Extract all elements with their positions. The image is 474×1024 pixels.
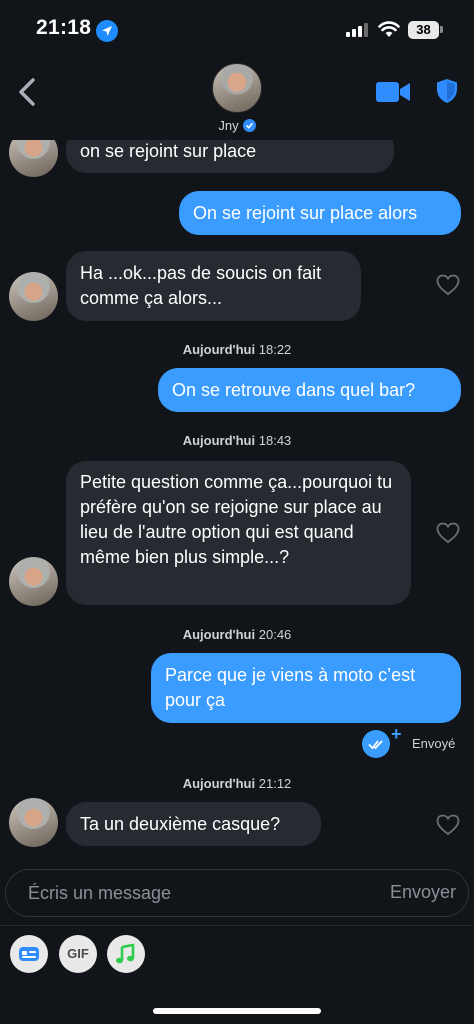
wifi-icon (378, 21, 400, 37)
timestamp: Aujourd'hui 18:22 (182, 342, 292, 357)
message-outgoing[interactable]: On se retrouve dans quel bar? (158, 368, 461, 412)
back-arrow-icon[interactable] (14, 76, 42, 108)
heart-icon[interactable] (436, 522, 460, 544)
message-text: Petite question comme ça...pourquoi tu p… (80, 472, 393, 567)
timestamp: Aujourd'hui 21:12 (182, 776, 292, 791)
toolbar-divider (0, 925, 474, 926)
gif-button[interactable]: GIF (59, 935, 97, 973)
send-button[interactable]: Envoyer (390, 882, 456, 903)
message-outgoing[interactable]: Parce que je viens à moto c’est pour ça (151, 653, 461, 723)
message-text: On se retrouve dans quel bar? (172, 380, 416, 400)
home-indicator[interactable] (153, 1008, 321, 1014)
message-incoming[interactable]: Petite question comme ça...pourquoi tu p… (66, 461, 411, 605)
delivery-status: + Envoyé (360, 724, 470, 758)
message-text: Ta un deuxième casque? (80, 814, 281, 834)
sticker-icon[interactable] (10, 935, 48, 973)
message-input[interactable] (28, 880, 358, 906)
message-incoming[interactable]: Ta un deuxième casque? (66, 802, 321, 846)
sender-avatar[interactable] (9, 557, 58, 606)
message-incoming[interactable]: on se rejoint sur place (66, 140, 394, 173)
cellular-signal-icon (346, 23, 370, 37)
message-outgoing[interactable]: On se rejoint sur place alors (179, 191, 461, 235)
shield-icon[interactable] (436, 78, 458, 104)
heart-icon[interactable] (436, 814, 460, 836)
timestamp: Aujourd'hui 18:43 (182, 433, 292, 448)
message-text: Parce que je viens à moto c’est pour ça (165, 665, 416, 710)
verified-badge-icon (242, 119, 256, 132)
timestamp: Aujourd'hui 20:46 (182, 627, 292, 642)
contact-avatar[interactable] (212, 63, 262, 113)
message-composer[interactable]: Envoyer (5, 869, 469, 917)
contact-name: Jny (218, 118, 239, 133)
message-text: Ha ...ok...pas de soucis on fait comme ç… (80, 263, 322, 308)
chat-header: Jny (0, 60, 474, 140)
sender-avatar[interactable] (9, 798, 58, 847)
plus-icon: + (391, 724, 402, 744)
video-call-icon[interactable] (376, 80, 411, 104)
sender-avatar[interactable] (9, 272, 58, 321)
message-incoming[interactable]: Ha ...ok...pas de soucis on fait comme ç… (66, 251, 361, 321)
contact-name-row[interactable]: Jny (0, 118, 474, 133)
location-arrow-icon (96, 20, 118, 42)
status-bar: 21:18 38 (0, 0, 474, 60)
music-icon[interactable] (107, 935, 145, 973)
delivery-status-label: Envoyé (412, 736, 456, 751)
heart-icon[interactable] (436, 274, 460, 296)
battery-tip (440, 26, 443, 33)
sent-check-icon (362, 730, 390, 758)
battery-indicator: 38 (408, 21, 439, 39)
status-time: 21:18 (36, 16, 92, 39)
message-list[interactable]: on se rejoint sur place On se rejoint su… (0, 140, 474, 862)
sender-avatar[interactable] (9, 140, 58, 177)
message-text: On se rejoint sur place alors (193, 203, 418, 223)
message-text: on se rejoint sur place (80, 141, 257, 161)
